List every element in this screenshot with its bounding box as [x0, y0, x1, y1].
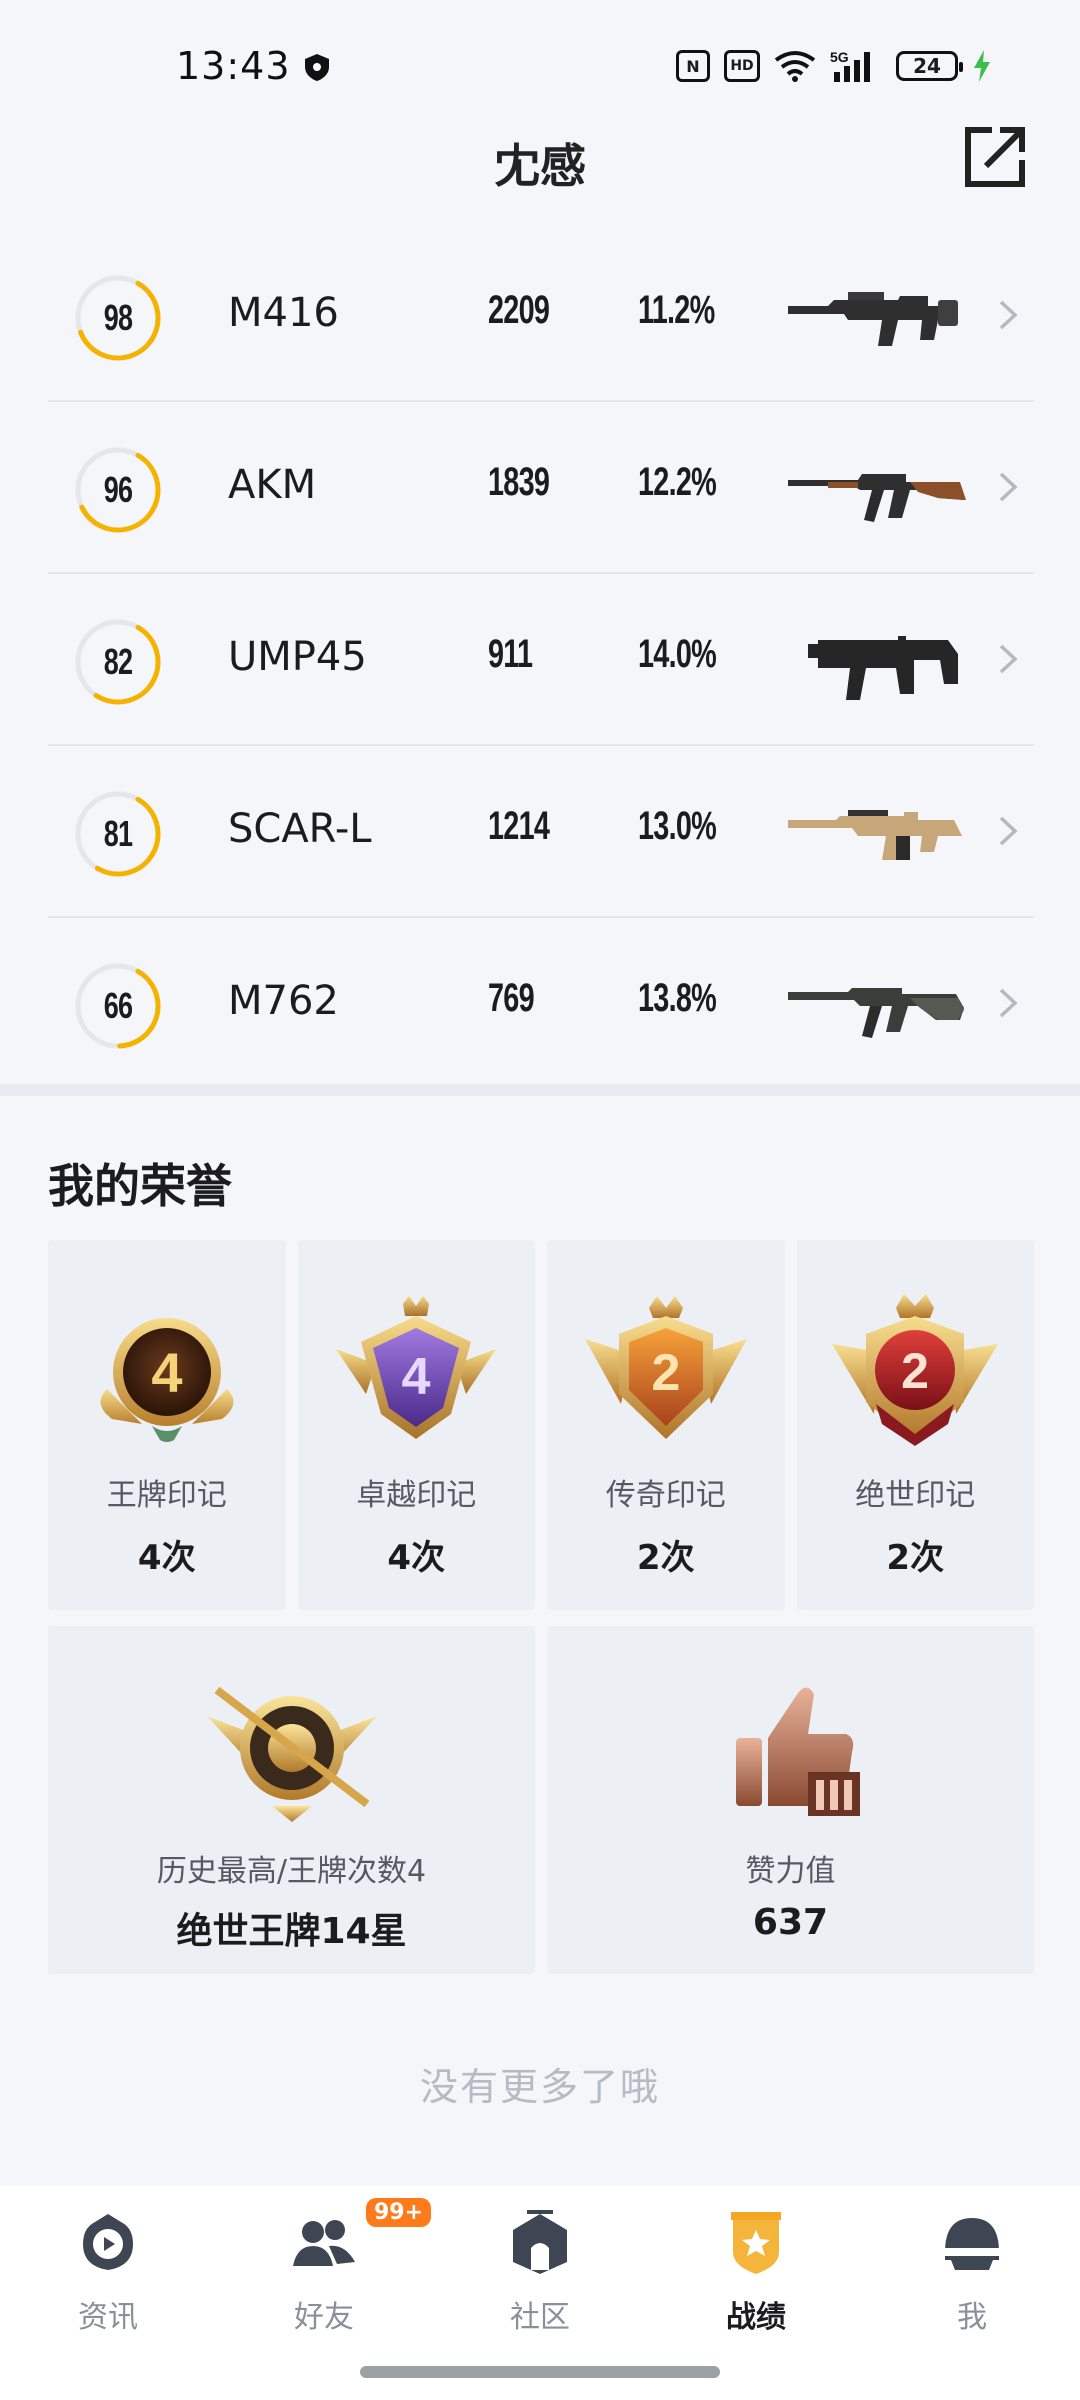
helmet-icon [945, 2218, 999, 2270]
status-bar: 13:43 N HD 5G 24 [0, 0, 1080, 120]
m416-gun-icon [788, 292, 958, 346]
battery-icon: 24 [896, 51, 963, 81]
share-button[interactable] [962, 124, 1028, 190]
honor-card-peerless[interactable]: 2 绝世印记 2次 [796, 1240, 1034, 1610]
weapon-row[interactable]: 81 SCAR-L 1214 13.0% [48, 746, 1034, 918]
honor-count: 4次 [387, 1538, 446, 1578]
nfc-icon: N [676, 50, 710, 82]
weapon-rate: 13.8% [638, 976, 717, 1020]
nav-label: 好友 [294, 2300, 354, 2335]
weapon-score: 82 [103, 641, 133, 682]
honor-grid: 4 王牌印记 4次 4 卓越印记 4次 2 传奇印记 2次 2 绝世印记 2次 [48, 1240, 1034, 1610]
honor-label: 传奇印记 [605, 1478, 726, 1513]
home-indicator[interactable] [360, 2366, 720, 2378]
battery-level: 24 [913, 54, 941, 78]
weapon-row[interactable]: 98 M416 2209 11.2% [48, 230, 1034, 402]
svg-text:2: 2 [651, 1344, 680, 1402]
honor-card-excellence[interactable]: 4 卓越印记 4次 [297, 1240, 535, 1610]
weapon-name: M416 [228, 290, 339, 336]
weapon-rate: 13.0% [638, 804, 717, 848]
weapon-name: AKM [228, 462, 317, 508]
honor-label: 卓越印记 [356, 1478, 477, 1513]
weapon-score: 98 [103, 297, 133, 338]
page-title: 冘感 [494, 139, 586, 193]
weapon-score: 66 [103, 985, 133, 1026]
weapon-name: M762 [228, 978, 339, 1024]
honor-summary: 历史最高/王牌次数4 绝世王牌14星 赞力值 637 [48, 1626, 1034, 1974]
nav-label: 资讯 [78, 2300, 138, 2335]
weapon-row[interactable]: 66 M762 769 13.8% [48, 918, 1034, 1088]
honor-count: 2次 [636, 1538, 695, 1578]
weapon-row[interactable]: 82 UMP45 911 14.0% [48, 574, 1034, 746]
history-best-value: 绝世王牌14星 [176, 1911, 407, 1952]
ump45-gun-icon [808, 636, 958, 700]
record-shield-icon [731, 2212, 781, 2274]
m762-gun-icon [788, 988, 964, 1038]
weapon-kills: 1214 [488, 804, 550, 848]
weapon-name: UMP45 [228, 634, 367, 680]
chevron-right-icon [999, 988, 1018, 1018]
charging-icon [974, 50, 990, 82]
nav-label: 社区 [510, 2300, 570, 2335]
friends-notification-badge: 99+ [366, 2198, 432, 2227]
excellence-badge-icon: 4 [336, 1296, 497, 1439]
chevron-right-icon [999, 816, 1018, 846]
weapon-score: 96 [103, 469, 133, 510]
community-icon [513, 2210, 567, 2274]
svg-text:5G: 5G [830, 49, 849, 65]
history-best-badge-icon [206, 1686, 377, 1822]
nav-label: 我 [957, 2300, 987, 2335]
svg-text:2: 2 [901, 1343, 929, 1399]
nav-news[interactable]: 资讯 [0, 2186, 216, 2400]
weapon-name: SCAR-L [228, 806, 372, 852]
section-divider [0, 1084, 1080, 1096]
wifi-icon [774, 51, 816, 82]
weapon-row[interactable]: 96 AKM 1839 12.2% [48, 402, 1034, 574]
chevron-right-icon [999, 644, 1018, 674]
honor-label: 王牌印记 [106, 1478, 227, 1513]
scarl-gun-icon [788, 810, 962, 860]
weapon-list: 98 M416 2209 11.2% 96 AKM 1839 12.2% 82 UMP45 911 1… [48, 230, 1034, 1088]
weapon-rate: 12.2% [638, 460, 717, 504]
chevron-right-icon [999, 300, 1018, 330]
weapon-rate: 14.0% [638, 632, 717, 676]
news-play-icon [83, 2214, 133, 2270]
thumbs-up-icon [735, 1687, 860, 1816]
honor-card-ace[interactable]: 4 王牌印记 4次 [48, 1240, 286, 1610]
svg-text:4: 4 [151, 1341, 182, 1404]
end-of-list-text: 没有更多了哦 [419, 2065, 660, 2109]
legend-badge-icon: 2 [584, 1296, 747, 1439]
honor-label: 绝世印记 [855, 1478, 976, 1513]
shield-icon [305, 54, 329, 81]
5g-signal-icon: 5G [830, 49, 870, 82]
weapon-kills: 1839 [488, 460, 550, 504]
honor-card-legend[interactable]: 2 传奇印记 2次 [547, 1240, 785, 1610]
weapon-kills: 2209 [488, 288, 550, 332]
akm-gun-icon [788, 474, 966, 522]
friends-icon [293, 2220, 355, 2266]
weapon-rate: 11.2% [638, 288, 715, 332]
likes-label: 赞力值 [745, 1854, 836, 1889]
nav-label: 战绩 [726, 2300, 786, 2335]
chevron-right-icon [999, 472, 1018, 502]
weapon-kills: 769 [488, 976, 535, 1020]
ace-badge-icon: 4 [100, 1318, 234, 1442]
likes-value: 637 [752, 1902, 829, 1943]
hd-icon: HD [724, 50, 760, 82]
history-best-label: 历史最高/王牌次数4 [156, 1854, 427, 1889]
nav-me[interactable]: 我 [864, 2186, 1080, 2400]
svg-text:4: 4 [402, 1348, 431, 1406]
weapon-score: 81 [103, 813, 133, 854]
weapon-kills: 911 [488, 632, 533, 676]
peerless-badge-icon: 2 [832, 1294, 999, 1446]
honor-count: 4次 [137, 1538, 196, 1578]
honor-count: 2次 [886, 1538, 945, 1578]
history-best-card[interactable]: 历史最高/王牌次数4 绝世王牌14星 [48, 1626, 535, 1974]
honor-section-title: 我的荣誉 [48, 1159, 232, 1213]
status-time: 13:43 [176, 44, 291, 88]
likes-card[interactable]: 赞力值 637 [547, 1626, 1034, 1974]
